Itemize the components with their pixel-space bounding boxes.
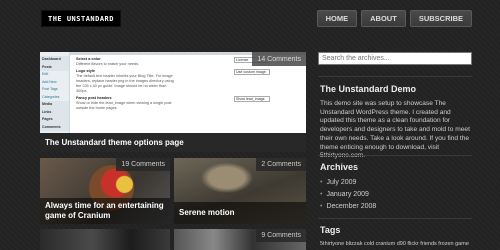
option-desc: Different flavors to match your needs. xyxy=(76,62,140,66)
wp-menu-item: Post Tags xyxy=(42,87,58,91)
comment-count-badge[interactable]: 9 Comments xyxy=(256,229,306,242)
sidebar-divider xyxy=(318,76,472,77)
tag-cloud[interactable]: 5thirtyone blizzak cold cranium d90 flic… xyxy=(320,241,472,247)
post-title[interactable]: Always time for an entertaining game of … xyxy=(40,198,170,224)
archive-link[interactable]: December 2008 xyxy=(326,201,376,213)
wp-menu-item: Pages xyxy=(40,116,69,124)
option-row: Logo style The default text header inher… xyxy=(76,69,302,94)
wp-menu-item: Media xyxy=(40,101,69,109)
wp-menu-item: Links xyxy=(40,108,69,116)
sidebar-heading-demo: The Unstandard Demo xyxy=(320,84,417,94)
option-desc: Show or hide the lead_image when viewing… xyxy=(76,101,172,110)
bullet-icon: • xyxy=(320,179,323,186)
comment-count-badge[interactable]: 14 Comments xyxy=(252,52,306,66)
option-row: Fancy post headers Show or hide the lead… xyxy=(76,96,302,111)
sidebar-demo-text: This demo site was setup to showcase The… xyxy=(320,100,470,159)
featured-post-title[interactable]: The Unstandard theme options page xyxy=(40,133,306,152)
wp-menu-item: Posts xyxy=(40,63,69,71)
nav-subscribe-button[interactable]: SUBSCRIBE xyxy=(409,10,472,27)
search-input[interactable]: Search the archives... xyxy=(318,52,472,65)
post-thumbnail[interactable]: 2 Comments Serene motion xyxy=(174,158,306,224)
option-select: Use custom image xyxy=(234,69,270,75)
archive-item[interactable]: • July 2009 xyxy=(320,177,376,189)
wp-menu-item: Add New xyxy=(42,79,57,84)
comment-count-badge[interactable]: 19 Comments xyxy=(116,158,170,171)
bullet-icon: • xyxy=(320,203,323,210)
sidebar-heading-archives: Archives xyxy=(320,162,359,172)
post-thumbnail[interactable]: 9 Comments xyxy=(174,229,306,250)
post-thumbnail[interactable] xyxy=(40,229,170,250)
wp-menu-item: Edit xyxy=(42,72,49,76)
wp-menu-item: Dashboard xyxy=(40,56,69,64)
comment-count-badge[interactable]: 2 Comments xyxy=(256,158,306,171)
sidebar-heading-tags: Tags xyxy=(320,225,341,235)
wp-menu-item: Comments xyxy=(40,123,69,131)
wp-menu-item: Categories xyxy=(42,94,60,99)
archive-list: • July 2009 • January 2009 • December 2008 xyxy=(320,177,376,213)
post-title[interactable]: Serene motion xyxy=(174,202,306,224)
option-select: Show lead_image xyxy=(234,96,270,102)
archive-link[interactable]: July 2009 xyxy=(326,177,356,189)
archive-item[interactable]: • January 2009 xyxy=(320,189,376,201)
archive-link[interactable]: January 2009 xyxy=(326,189,368,201)
sidebar-divider xyxy=(318,155,472,156)
bullet-icon: • xyxy=(320,191,323,198)
archive-item[interactable]: • December 2008 xyxy=(320,201,376,213)
main-nav: HOME ABOUT SUBSCRIBE xyxy=(316,10,472,27)
nav-about-button[interactable]: ABOUT xyxy=(361,10,406,27)
sidebar-divider xyxy=(318,218,472,219)
site-logo[interactable]: THE UNSTANDARD xyxy=(41,10,121,27)
post-thumbnail[interactable]: 19 Comments Always time for an entertain… xyxy=(40,158,170,224)
nav-home-button[interactable]: HOME xyxy=(316,10,358,27)
option-desc: The default text header inherits your Bl… xyxy=(76,74,174,93)
